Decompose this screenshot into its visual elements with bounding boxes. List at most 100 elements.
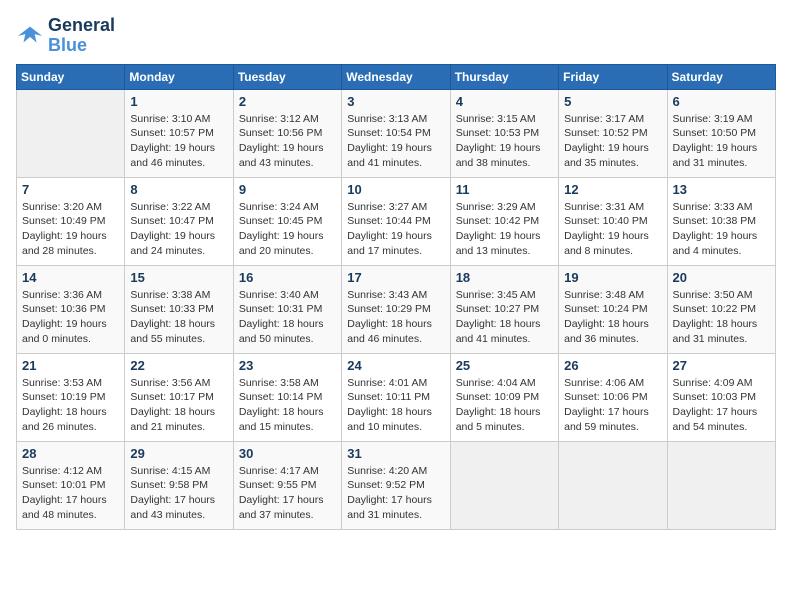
daylight-text: Daylight: 18 hours and 46 minutes. <box>347 318 432 345</box>
day-number: 7 <box>22 182 119 197</box>
day-info: Sunrise: 3:50 AM Sunset: 10:22 PM Daylig… <box>673 288 770 347</box>
sunset-text: Sunset: 10:53 PM <box>456 127 539 139</box>
page-header: General Blue <box>16 16 776 56</box>
sunset-text: Sunset: 10:17 PM <box>130 391 213 403</box>
day-number: 17 <box>347 270 444 285</box>
sunset-text: Sunset: 10:09 PM <box>456 391 539 403</box>
sunrise-text: Sunrise: 4:12 AM <box>22 465 102 477</box>
daylight-text: Daylight: 19 hours and 41 minutes. <box>347 142 432 169</box>
calendar-cell: 8 Sunrise: 3:22 AM Sunset: 10:47 PM Dayl… <box>125 177 233 265</box>
calendar-cell: 19 Sunrise: 3:48 AM Sunset: 10:24 PM Day… <box>559 265 667 353</box>
daylight-text: Daylight: 18 hours and 26 minutes. <box>22 406 107 433</box>
sunrise-text: Sunrise: 3:17 AM <box>564 113 644 125</box>
sunset-text: Sunset: 10:42 PM <box>456 215 539 227</box>
day-info: Sunrise: 3:29 AM Sunset: 10:42 PM Daylig… <box>456 200 553 259</box>
calendar-cell: 6 Sunrise: 3:19 AM Sunset: 10:50 PM Dayl… <box>667 89 775 177</box>
sunset-text: Sunset: 10:27 PM <box>456 303 539 315</box>
sunset-text: Sunset: 10:06 PM <box>564 391 647 403</box>
sunset-text: Sunset: 9:52 PM <box>347 479 425 491</box>
sunrise-text: Sunrise: 3:43 AM <box>347 289 427 301</box>
sunset-text: Sunset: 10:50 PM <box>673 127 756 139</box>
sunrise-text: Sunrise: 4:20 AM <box>347 465 427 477</box>
day-number: 18 <box>456 270 553 285</box>
sunset-text: Sunset: 10:38 PM <box>673 215 756 227</box>
sunrise-text: Sunrise: 3:56 AM <box>130 377 210 389</box>
calendar-cell: 4 Sunrise: 3:15 AM Sunset: 10:53 PM Dayl… <box>450 89 558 177</box>
day-info: Sunrise: 3:24 AM Sunset: 10:45 PM Daylig… <box>239 200 336 259</box>
sunset-text: Sunset: 10:33 PM <box>130 303 213 315</box>
calendar-cell: 12 Sunrise: 3:31 AM Sunset: 10:40 PM Day… <box>559 177 667 265</box>
day-number: 25 <box>456 358 553 373</box>
daylight-text: Daylight: 18 hours and 55 minutes. <box>130 318 215 345</box>
calendar-cell: 26 Sunrise: 4:06 AM Sunset: 10:06 PM Day… <box>559 353 667 441</box>
calendar-cell: 24 Sunrise: 4:01 AM Sunset: 10:11 PM Day… <box>342 353 450 441</box>
sunset-text: Sunset: 10:56 PM <box>239 127 322 139</box>
calendar-cell: 5 Sunrise: 3:17 AM Sunset: 10:52 PM Dayl… <box>559 89 667 177</box>
day-number: 20 <box>673 270 770 285</box>
sunrise-text: Sunrise: 3:53 AM <box>22 377 102 389</box>
calendar-cell: 1 Sunrise: 3:10 AM Sunset: 10:57 PM Dayl… <box>125 89 233 177</box>
day-info: Sunrise: 3:10 AM Sunset: 10:57 PM Daylig… <box>130 112 227 171</box>
daylight-text: Daylight: 17 hours and 37 minutes. <box>239 494 324 521</box>
sunrise-text: Sunrise: 3:12 AM <box>239 113 319 125</box>
day-info: Sunrise: 4:15 AM Sunset: 9:58 PM Dayligh… <box>130 464 227 523</box>
day-number: 2 <box>239 94 336 109</box>
daylight-text: Daylight: 17 hours and 43 minutes. <box>130 494 215 521</box>
day-number: 24 <box>347 358 444 373</box>
calendar-cell: 9 Sunrise: 3:24 AM Sunset: 10:45 PM Dayl… <box>233 177 341 265</box>
sunrise-text: Sunrise: 3:50 AM <box>673 289 753 301</box>
sunrise-text: Sunrise: 3:45 AM <box>456 289 536 301</box>
sunset-text: Sunset: 10:03 PM <box>673 391 756 403</box>
sunrise-text: Sunrise: 3:13 AM <box>347 113 427 125</box>
daylight-text: Daylight: 17 hours and 31 minutes. <box>347 494 432 521</box>
logo: General Blue <box>16 16 115 56</box>
calendar-cell: 7 Sunrise: 3:20 AM Sunset: 10:49 PM Dayl… <box>17 177 125 265</box>
day-number: 4 <box>456 94 553 109</box>
day-number: 27 <box>673 358 770 373</box>
calendar-cell <box>450 441 558 529</box>
sunset-text: Sunset: 10:22 PM <box>673 303 756 315</box>
daylight-text: Daylight: 19 hours and 38 minutes. <box>456 142 541 169</box>
calendar-cell: 30 Sunrise: 4:17 AM Sunset: 9:55 PM Dayl… <box>233 441 341 529</box>
day-info: Sunrise: 3:20 AM Sunset: 10:49 PM Daylig… <box>22 200 119 259</box>
calendar-cell: 10 Sunrise: 3:27 AM Sunset: 10:44 PM Day… <box>342 177 450 265</box>
day-info: Sunrise: 3:12 AM Sunset: 10:56 PM Daylig… <box>239 112 336 171</box>
day-number: 15 <box>130 270 227 285</box>
sunset-text: Sunset: 10:11 PM <box>347 391 430 403</box>
day-info: Sunrise: 3:15 AM Sunset: 10:53 PM Daylig… <box>456 112 553 171</box>
calendar-cell: 28 Sunrise: 4:12 AM Sunset: 10:01 PM Day… <box>17 441 125 529</box>
day-number: 26 <box>564 358 661 373</box>
sunrise-text: Sunrise: 3:19 AM <box>673 113 753 125</box>
calendar-cell: 20 Sunrise: 3:50 AM Sunset: 10:22 PM Day… <box>667 265 775 353</box>
sunset-text: Sunset: 10:40 PM <box>564 215 647 227</box>
weekday-header-thursday: Thursday <box>450 64 558 89</box>
sunrise-text: Sunrise: 3:20 AM <box>22 201 102 213</box>
daylight-text: Daylight: 18 hours and 50 minutes. <box>239 318 324 345</box>
daylight-text: Daylight: 19 hours and 43 minutes. <box>239 142 324 169</box>
calendar-cell <box>559 441 667 529</box>
daylight-text: Daylight: 19 hours and 20 minutes. <box>239 230 324 257</box>
day-number: 28 <box>22 446 119 461</box>
sunset-text: Sunset: 10:52 PM <box>564 127 647 139</box>
calendar-week-row: 14 Sunrise: 3:36 AM Sunset: 10:36 PM Day… <box>17 265 776 353</box>
sunset-text: Sunset: 9:58 PM <box>130 479 208 491</box>
sunrise-text: Sunrise: 3:48 AM <box>564 289 644 301</box>
calendar-cell: 13 Sunrise: 3:33 AM Sunset: 10:38 PM Day… <box>667 177 775 265</box>
daylight-text: Daylight: 19 hours and 4 minutes. <box>673 230 758 257</box>
calendar-week-row: 7 Sunrise: 3:20 AM Sunset: 10:49 PM Dayl… <box>17 177 776 265</box>
day-number: 23 <box>239 358 336 373</box>
calendar-cell: 17 Sunrise: 3:43 AM Sunset: 10:29 PM Day… <box>342 265 450 353</box>
sunset-text: Sunset: 10:01 PM <box>22 479 105 491</box>
calendar-cell: 11 Sunrise: 3:29 AM Sunset: 10:42 PM Day… <box>450 177 558 265</box>
sunrise-text: Sunrise: 3:15 AM <box>456 113 536 125</box>
day-info: Sunrise: 3:43 AM Sunset: 10:29 PM Daylig… <box>347 288 444 347</box>
day-info: Sunrise: 3:40 AM Sunset: 10:31 PM Daylig… <box>239 288 336 347</box>
sunset-text: Sunset: 10:31 PM <box>239 303 322 315</box>
day-info: Sunrise: 3:56 AM Sunset: 10:17 PM Daylig… <box>130 376 227 435</box>
daylight-text: Daylight: 19 hours and 28 minutes. <box>22 230 107 257</box>
sunset-text: Sunset: 10:44 PM <box>347 215 430 227</box>
sunrise-text: Sunrise: 4:15 AM <box>130 465 210 477</box>
calendar-table: SundayMondayTuesdayWednesdayThursdayFrid… <box>16 64 776 530</box>
day-number: 16 <box>239 270 336 285</box>
day-info: Sunrise: 3:13 AM Sunset: 10:54 PM Daylig… <box>347 112 444 171</box>
